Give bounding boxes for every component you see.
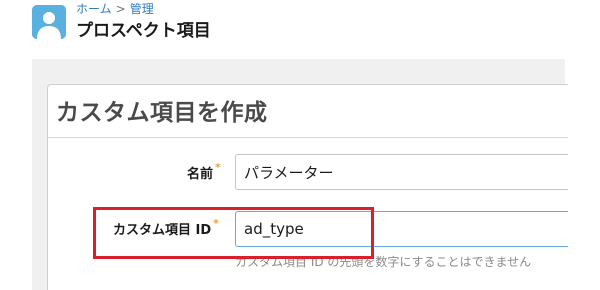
custom-field-id-label: カスタム項目 ID *	[113, 217, 219, 238]
create-custom-field-card: カスタム項目を作成 名前* カスタム項目 ID* カスタム項目 ID の先頭を数…	[47, 84, 568, 290]
user-avatar-icon	[32, 5, 66, 39]
page: ホーム>管理 プロスペクト項目 カスタム項目を作成 名前* カスタム項目 ID*…	[0, 0, 600, 290]
custom-field-id-input[interactable]	[235, 211, 568, 247]
card-title: カスタム項目を作成	[56, 100, 268, 126]
breadcrumb: ホーム > 管理	[76, 2, 154, 16]
card-divider	[48, 137, 568, 138]
breadcrumb-admin-link[interactable]: 管理	[130, 2, 154, 16]
breadcrumb-home-link[interactable]: ホーム	[76, 2, 112, 16]
required-marker: *	[215, 161, 221, 174]
custom-field-id-label-text: カスタム項目 ID	[113, 223, 212, 238]
required-marker: *	[213, 217, 219, 230]
name-field-label: 名前 *	[187, 161, 221, 182]
page-title: プロスペクト項目	[76, 21, 211, 41]
breadcrumb-separator: >	[115, 2, 126, 16]
name-label-text: 名前	[187, 167, 214, 182]
custom-field-id-help-text: カスタム項目 ID の先頭を数字にすることはできません	[235, 255, 532, 269]
name-input[interactable]	[235, 154, 568, 190]
header: ホーム > 管理 プロスペクト項目	[0, 0, 600, 48]
